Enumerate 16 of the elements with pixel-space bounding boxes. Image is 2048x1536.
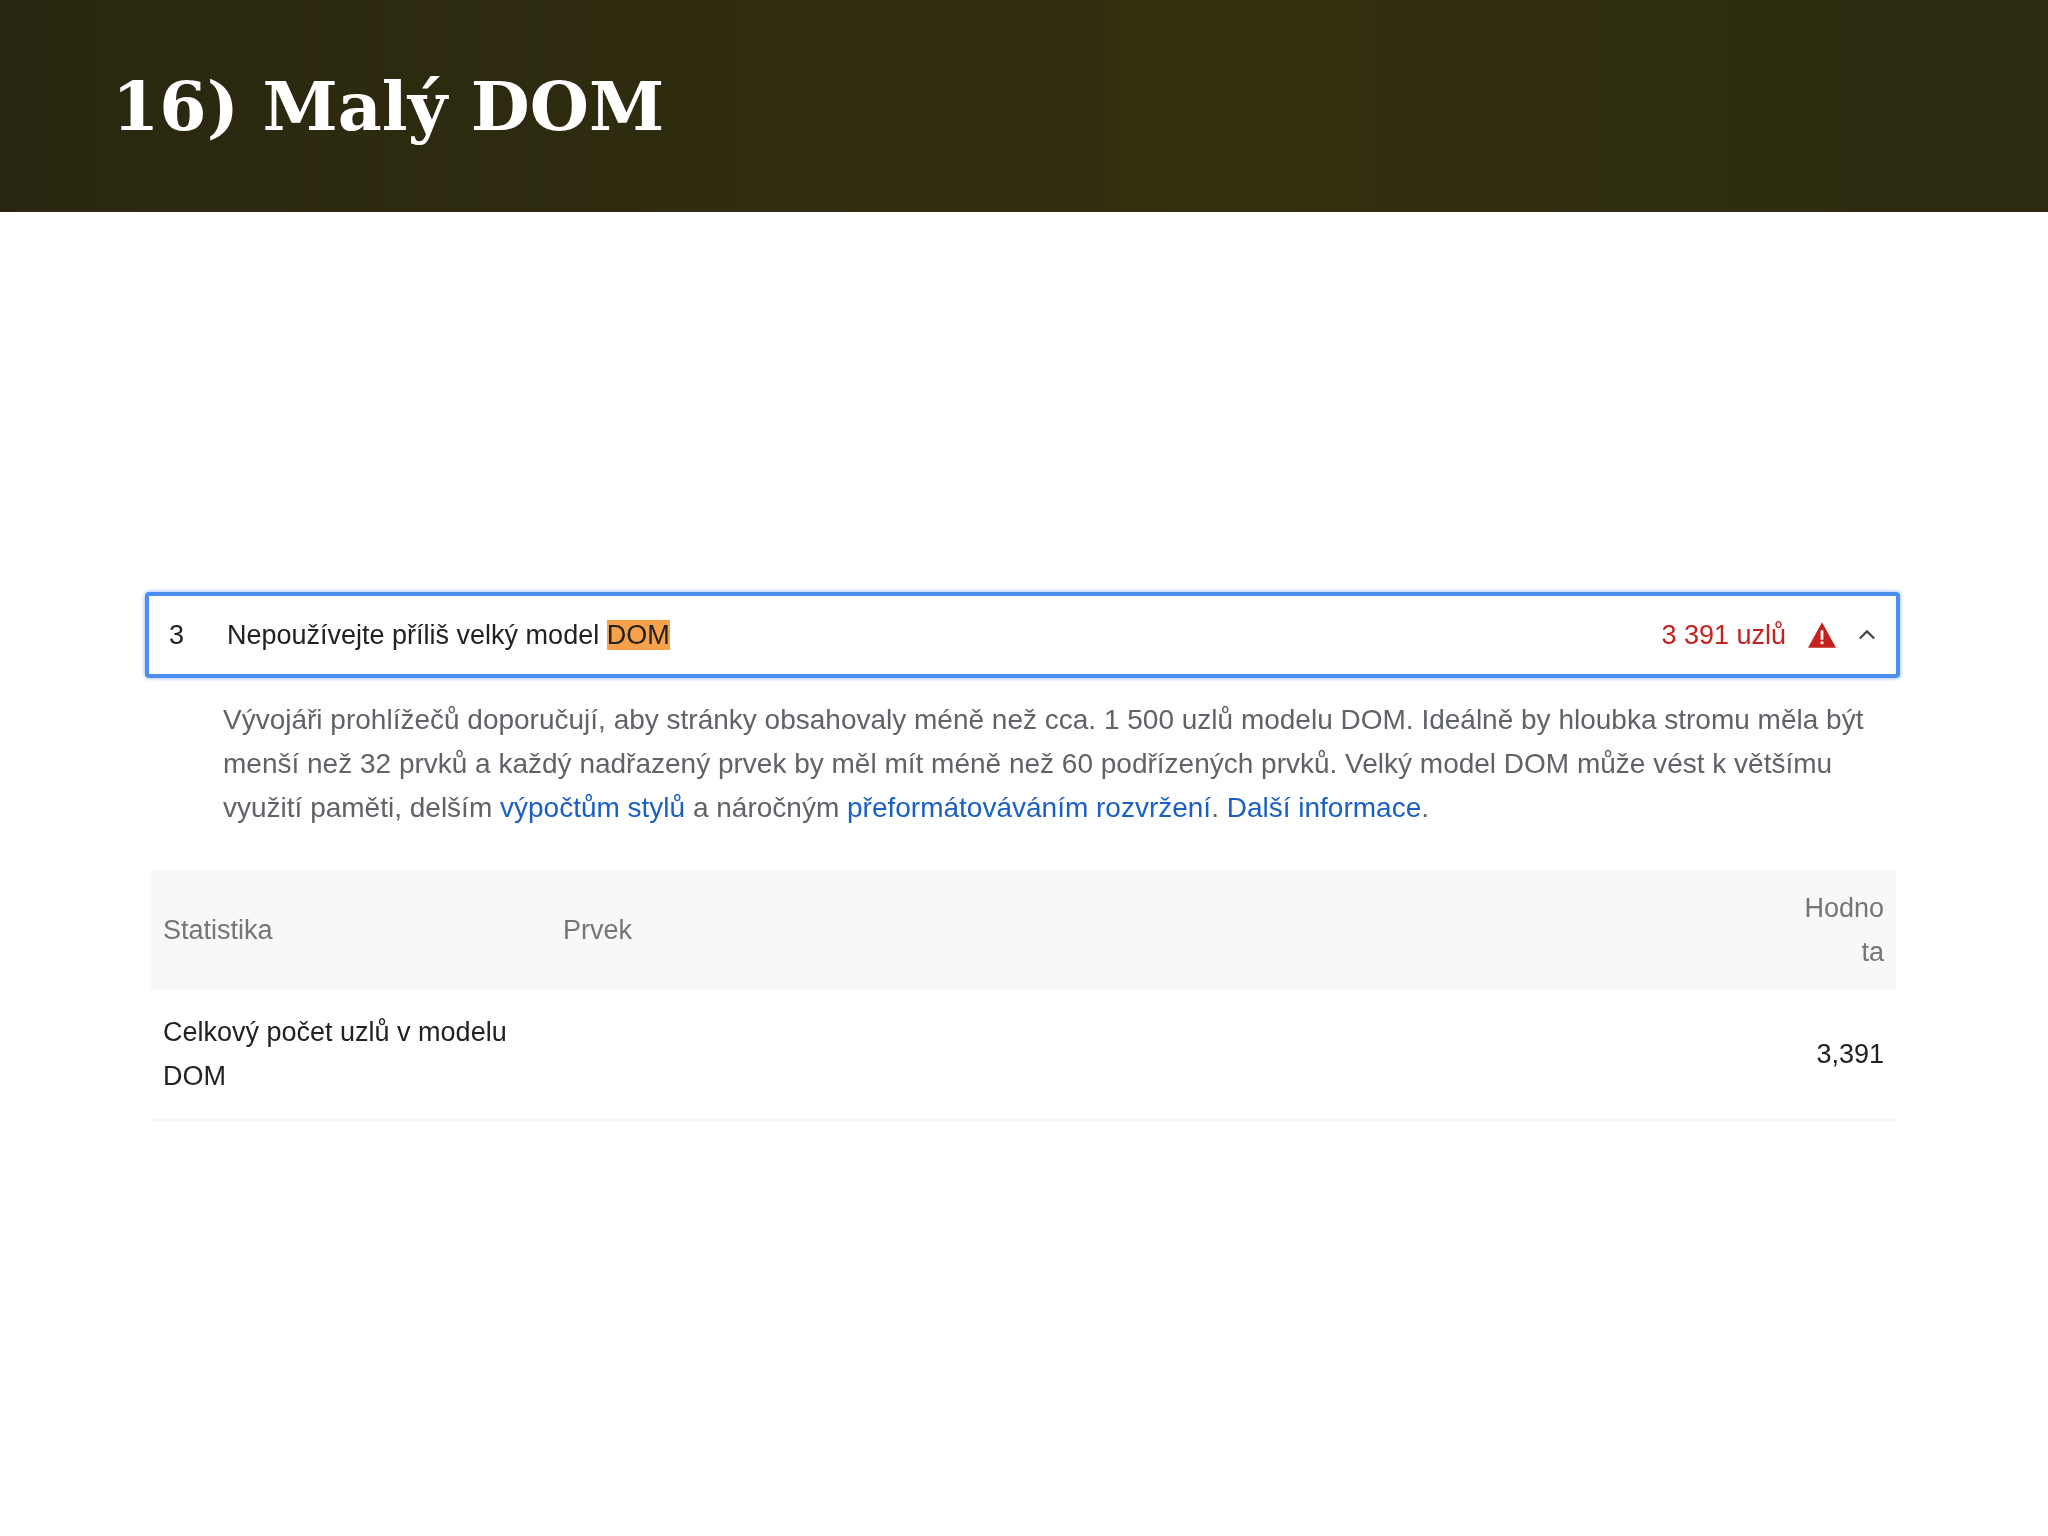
audit-number: 3 — [169, 619, 186, 651]
table-cell: 3,391 — [1816, 1039, 1884, 1069]
audit-title: Nepoužívejte příliš velký model DOM — [227, 619, 671, 651]
link[interactable]: výpočtům stylů — [500, 792, 686, 823]
table-cell: Celkový počet uzlů v modelu DOM — [163, 1017, 507, 1091]
chevron-icon[interactable] — [1858, 629, 1876, 641]
audit-header[interactable]: 3 Nepoužívejte příliš velký model DOM 3 391 uzlů — [145, 592, 1900, 678]
column-header: Hodnota — [1792, 870, 1896, 990]
column-header: Prvek — [551, 870, 1792, 990]
warning-icon — [1808, 622, 1836, 648]
column-header: Statistika — [151, 870, 551, 990]
link[interactable]: přeformátováváním rozvržení — [847, 792, 1212, 823]
audit-value: 3 391 uzlů — [1661, 619, 1786, 651]
link[interactable]: Další informace — [1226, 792, 1422, 823]
slide-title: 16) Malý DOM — [112, 66, 665, 146]
audit-description: Vývojáři prohlížečů doporučují, aby stránky obsahovaly méně než cca. 1 500 uzlů modelu DOM. Ideálně by hloubka stromu měla být menší než 32 prvků a každý nadřazený prvek by měl mít méně než 60 podřízených prvků. Velký model DOM může vést k většímu využití paměti, delším výpočtům stylů a náročným přeformátováváním rozvržení. Další informace. — [223, 703, 1865, 825]
